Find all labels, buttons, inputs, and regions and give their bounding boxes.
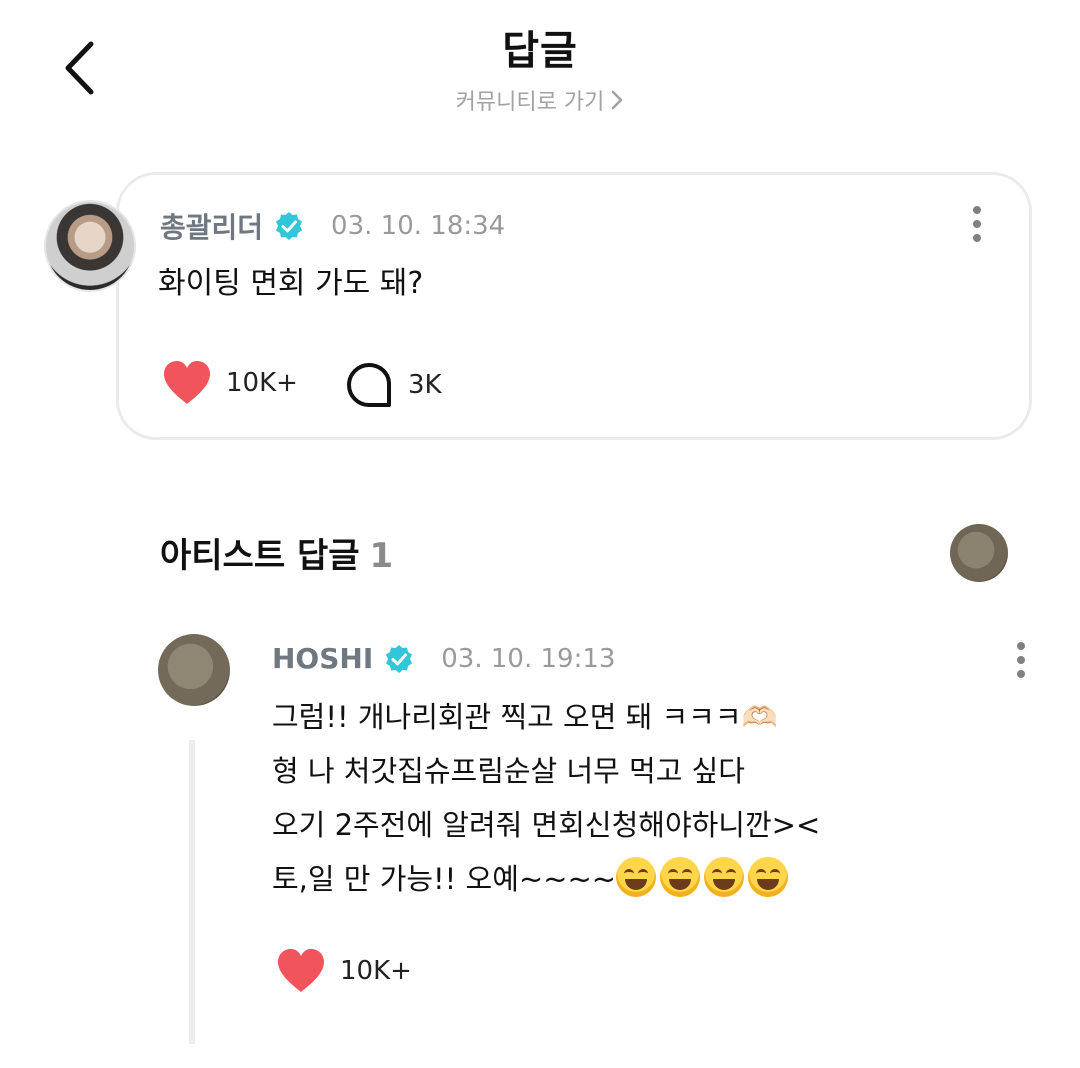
section-reply-count: 1 [369,536,394,576]
reply-meta: HOSHI 03. 10. 19:13 [272,642,615,675]
heart-icon [278,949,324,992]
post-like-button[interactable]: 10K+ [162,360,298,406]
reply-timestamp: 03. 10. 19:13 [441,643,616,674]
post-comment-count: 3K [408,370,442,400]
more-vertical-icon [1017,642,1025,650]
reply-line: 형 나 처갓집슈프림순살 너무 먹고 싶다 [272,754,745,788]
section-title-label: 아티스트 답글 [160,536,360,576]
chevron-right-icon [610,89,624,111]
grinning-squinting-face-emoji [616,857,792,897]
post-author-name[interactable]: 총괄리더 [160,206,263,246]
verified-badge-icon [273,210,305,242]
comment-bubble-icon [347,363,391,407]
reply-line: 토,일 만 가능!! 오예~~~~ [272,862,617,896]
post-timestamp: 03. 10. 18:34 [331,211,506,241]
reply-text: 그럼!! 개나리회관 찍고 오면 돼 ㅋㅋㅋ🫶🏻 형 나 처갓집슈프림순살 너무… [272,690,992,906]
artist-avatar[interactable] [158,634,230,706]
reply-line: 그럼!! 개나리회관 찍고 오면 돼 ㅋㅋㅋ🫶🏻 [272,700,778,734]
community-link-label: 커뮤니티로 가기 [455,90,605,115]
artist-avatar-small[interactable] [950,524,1008,582]
thread-line [189,740,195,1044]
reply-more-button[interactable] [1006,638,1036,682]
reply-like-count: 10K+ [340,956,412,986]
post-more-button[interactable] [962,202,992,246]
section-title: 아티스트 답글 1 [160,528,393,577]
post-like-count: 10K+ [226,368,298,398]
post-text: 화이팅 면회 가도 돼? [158,266,424,301]
reply-like-button[interactable]: 10K+ [276,948,412,994]
post-comment-button[interactable]: 3K [346,362,442,408]
reply-line: 오기 2주전에 알려줘 면회신청해야하니깐>< [272,808,821,842]
post-meta: 총괄리더 03. 10. 18:34 [160,206,505,246]
user-avatar[interactable] [44,200,136,292]
more-vertical-icon [973,206,981,214]
reply-line-last: 토,일 만 가능!! 오예~~~~ [272,852,992,906]
heart-icon [164,361,210,404]
community-link[interactable]: 커뮤니티로 가기 [0,84,1080,116]
page-title: 답글 [502,28,578,74]
reply-author-name[interactable]: HOSHI [272,642,373,675]
verified-badge-icon [383,643,415,675]
